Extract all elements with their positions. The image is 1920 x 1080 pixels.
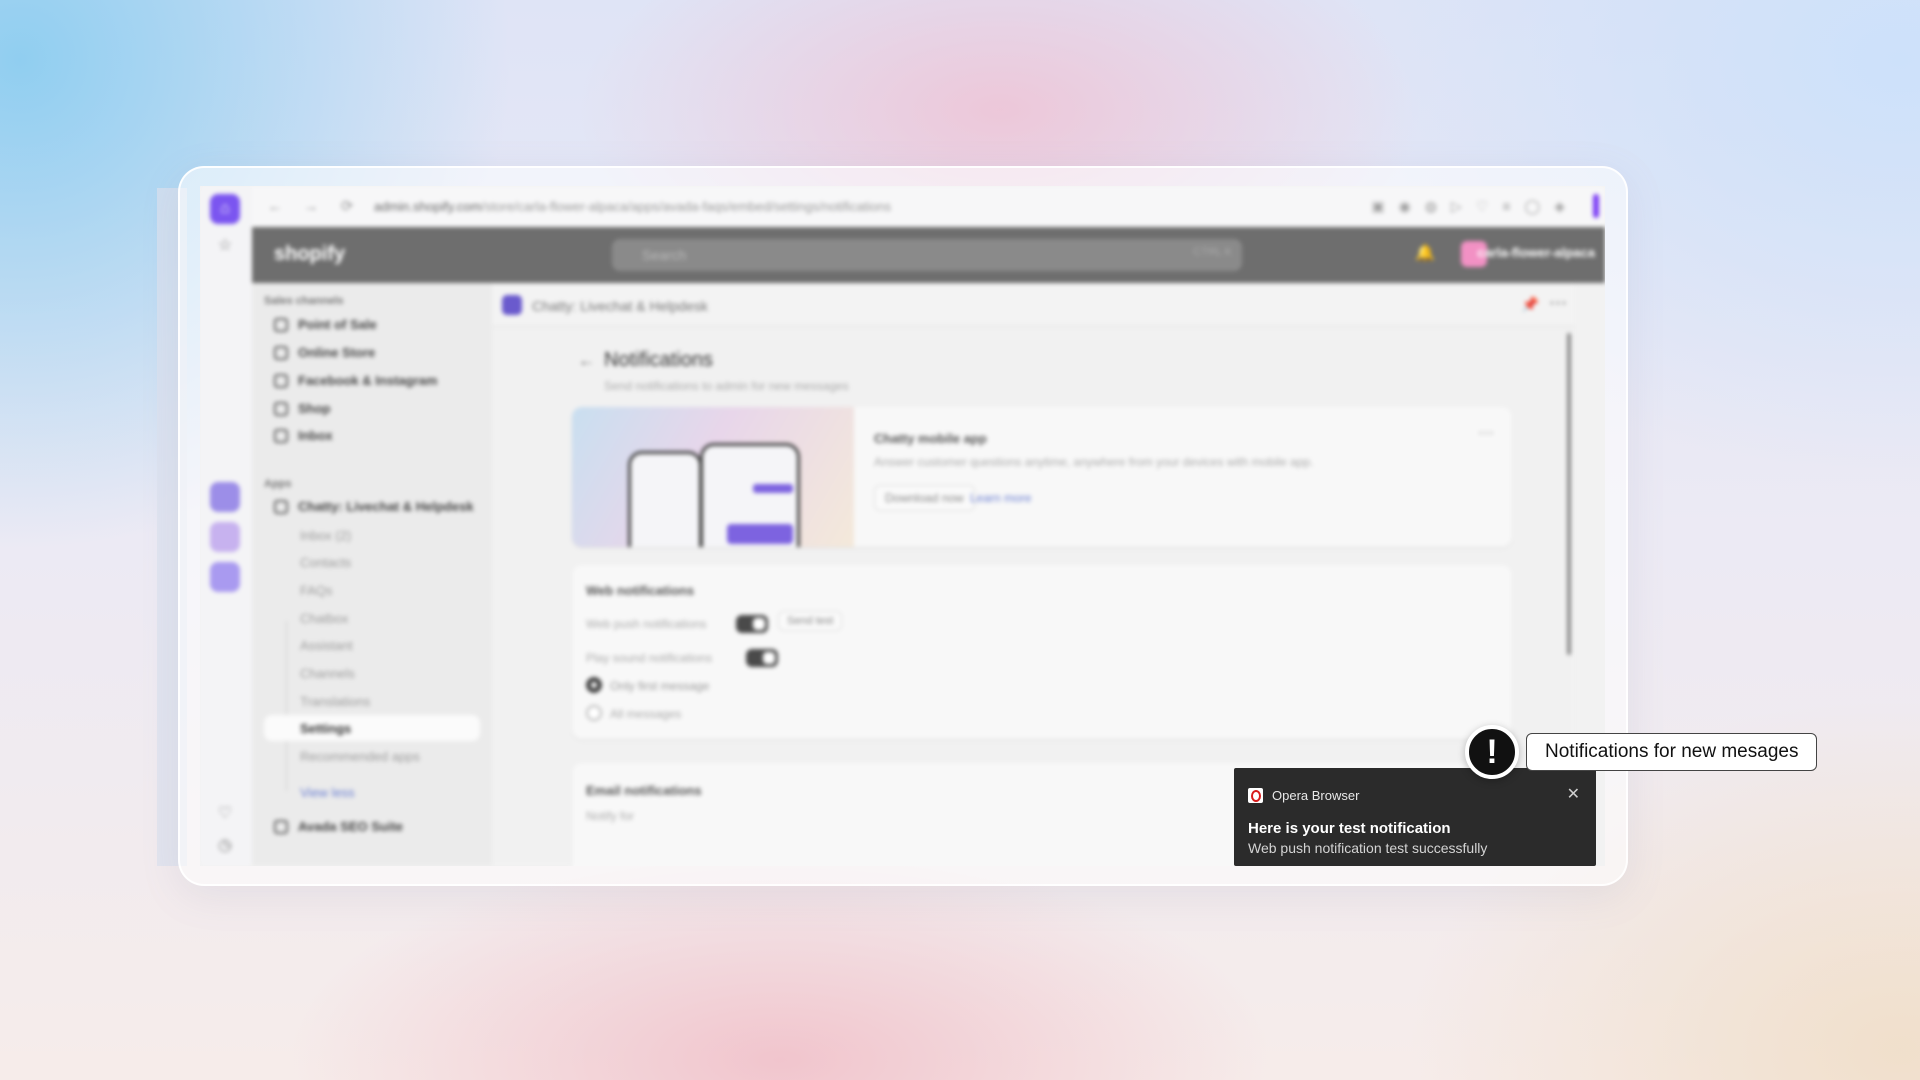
opera-logo-icon <box>1248 788 1263 803</box>
card-menu-icon[interactable]: ⋯ <box>1478 423 1494 443</box>
toast-body: Web push notification test successfully <box>1248 840 1488 856</box>
phones-illustration <box>572 407 854 547</box>
nav-item-shop[interactable]: Shop <box>274 401 331 416</box>
shopify-logo[interactable]: shopify <box>274 243 345 266</box>
nav-tree-line <box>286 621 287 791</box>
accent-bar <box>1593 194 1599 218</box>
page-subtitle: Send notifications to admin for new mess… <box>604 379 849 393</box>
camera-icon[interactable]: ◉ <box>1399 198 1411 215</box>
app-header-title: Chatty: Livechat & Helpdesk <box>532 298 708 314</box>
nav-item-inbox[interactable]: Inbox <box>274 428 333 443</box>
nav-sub-channels[interactable]: Channels <box>300 666 355 681</box>
radio-all-messages[interactable] <box>586 705 602 721</box>
apps-heading[interactable]: Apps <box>264 478 292 490</box>
notify-for-label: Notify for <box>586 809 635 823</box>
web-push-toggle[interactable] <box>736 615 768 633</box>
opera-notification-toast[interactable]: Opera Browser ✕ Here is your test notifi… <box>1234 768 1596 866</box>
browser-window: ⌂ ☆ ♡ ◷ ← → ⟳ admin.shopify.com/store/ca… <box>200 186 1605 866</box>
exclamation-icon: ! <box>1465 725 1519 779</box>
url-field[interactable]: admin.shopify.com/store/carla-flower-alp… <box>374 199 891 214</box>
toolbar-icons: ▣ ◉ ◍ ▷ ♡ ≡ ◯ ◈ <box>1371 198 1565 215</box>
toast-app-name: Opera Browser <box>1272 788 1360 803</box>
promo-text: Answer customer questions anytime, anywh… <box>874 455 1314 469</box>
web-notifications-card: Web notifications Web push notifications… <box>572 565 1512 739</box>
more-options-icon[interactable]: ⋯ <box>1549 293 1567 314</box>
url-domain: admin.shopify.com <box>374 198 482 214</box>
email-notifications-title: Email notifications <box>586 783 702 798</box>
address-bar: ← → ⟳ admin.shopify.com/store/carla-flow… <box>252 186 1605 226</box>
store-name[interactable]: carla-flower-alpaca <box>1477 245 1595 260</box>
web-push-label: Web push notifications <box>586 617 707 631</box>
option-all-label: All messages <box>610 707 682 721</box>
profile-icon[interactable]: ◯ <box>1525 198 1541 215</box>
heart-icon[interactable]: ♡ <box>210 798 240 828</box>
heart-toolbar-icon[interactable]: ♡ <box>1476 198 1489 215</box>
extensions-icon[interactable]: ▣ <box>1371 198 1384 215</box>
learn-more-link[interactable]: Learn more <box>970 491 1031 505</box>
shopify-sidebar: Sales channels Point of Sale Online Stor… <box>252 283 492 866</box>
menu-icon[interactable]: ≡ <box>1502 198 1510 215</box>
nav-sub-faqs[interactable]: FAQs <box>300 583 333 598</box>
back-arrow-icon[interactable]: ← <box>578 351 595 371</box>
callout-label: Notifications for new mesages <box>1526 733 1818 771</box>
shopify-topbar: shopify Search CTRL K 🔔 carla-flower-alp… <box>252 227 1605 283</box>
chatty-app-icon <box>502 295 522 315</box>
sound-label: Play sound notifications <box>586 651 713 665</box>
nav-sub-inbox[interactable]: Inbox (2) <box>300 528 351 543</box>
photos-app-icon[interactable] <box>210 482 240 512</box>
pin-icon[interactable]: 📌 <box>1522 296 1539 313</box>
url-path: /store/carla-flower-alpaca/apps/avada-fa… <box>481 198 892 214</box>
close-icon[interactable]: ✕ <box>1567 784 1580 804</box>
nav-item-facebook-instagram[interactable]: Facebook & Instagram <box>274 373 437 388</box>
nav-sub-settings[interactable]: Settings <box>300 721 351 736</box>
nav-item-avada-seo[interactable]: Avada SEO Suite <box>274 819 403 834</box>
option-first-label: Only first message <box>610 679 710 693</box>
nav-sub-recommended-apps[interactable]: Recommended apps <box>300 749 420 764</box>
nav-item-chatty[interactable]: Chatty: Livechat & Helpdesk <box>274 499 474 514</box>
nav-item-online-store[interactable]: Online Store <box>274 345 375 360</box>
mobile-app-promo-card: Chatty mobile app Answer customer questi… <box>572 407 1512 547</box>
bookmarks-icon[interactable]: ☆ <box>210 230 240 260</box>
send-icon[interactable]: ▷ <box>1451 198 1462 215</box>
scrollbar[interactable] <box>1567 333 1571 655</box>
toast-title: Here is your test notification <box>1248 820 1451 837</box>
app-icon[interactable] <box>210 562 240 592</box>
sales-channels-heading[interactable]: Sales channels <box>264 295 344 307</box>
web-notifications-title: Web notifications <box>586 583 695 598</box>
promo-title: Chatty mobile app <box>874 431 987 446</box>
page-title: Notifications <box>604 349 713 371</box>
nav-item-point-of-sale[interactable]: Point of Sale <box>274 317 377 332</box>
reload-button[interactable]: ⟳ <box>334 197 360 215</box>
nav-sub-translations[interactable]: Translations <box>300 694 370 709</box>
nav-sub-chatbox[interactable]: Chatbox <box>300 611 348 626</box>
back-button[interactable]: ← <box>262 198 288 215</box>
nav-sub-assistant[interactable]: Assistant <box>300 638 353 653</box>
history-icon[interactable]: ◷ <box>210 830 240 860</box>
send-test-button[interactable]: Send test <box>778 611 843 631</box>
opera-home-icon[interactable]: ⌂ <box>210 194 240 224</box>
phone-back <box>628 451 702 547</box>
radio-first-message[interactable] <box>586 677 602 693</box>
forward-button[interactable]: → <box>298 198 324 215</box>
search-shortcut: CTRL K <box>1193 246 1232 258</box>
search-placeholder: Search <box>642 247 687 263</box>
shopify-search-input[interactable]: Search CTRL K <box>612 239 1242 271</box>
nav-sub-contacts[interactable]: Contacts <box>300 555 351 570</box>
view-less-link[interactable]: View less <box>300 785 355 800</box>
phone-front <box>700 443 800 547</box>
box-icon[interactable]: ◈ <box>1554 198 1565 215</box>
active-nav-highlight <box>264 715 480 741</box>
sound-toggle[interactable] <box>746 649 778 667</box>
download-now-button[interactable]: Download now <box>874 485 975 511</box>
app-header: Chatty: Livechat & Helpdesk 📌 ⋯ <box>492 283 1575 327</box>
opera-sidebar: ⌂ ☆ ♡ ◷ <box>200 186 252 866</box>
bell-icon[interactable]: 🔔 <box>1415 243 1435 263</box>
messenger-icon[interactable] <box>210 522 240 552</box>
vpn-icon[interactable]: ◍ <box>1425 198 1437 215</box>
